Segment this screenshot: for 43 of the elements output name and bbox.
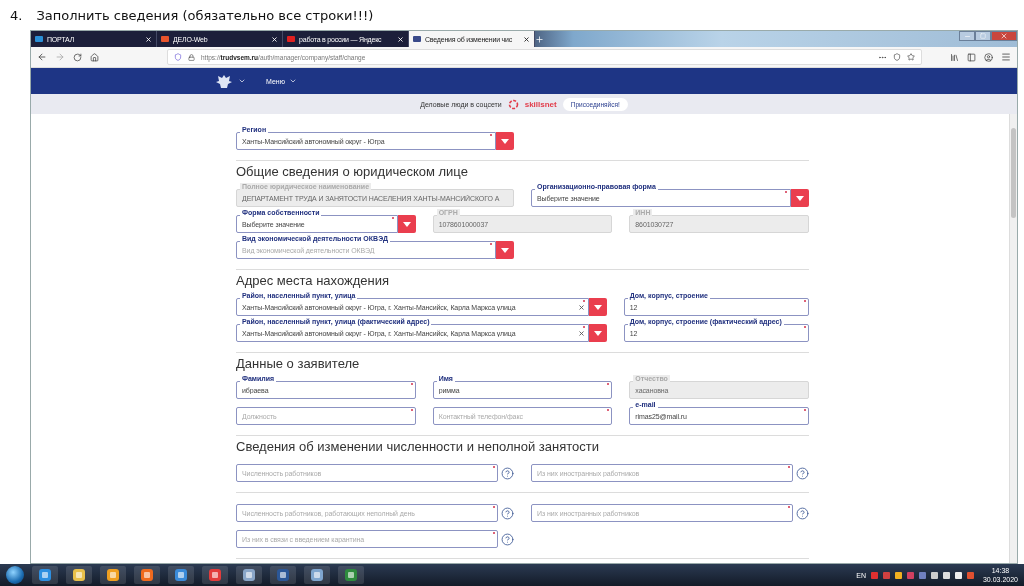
section-title: Адрес места нахождения	[236, 273, 390, 288]
caret-icon[interactable]	[593, 304, 602, 310]
help-icon[interactable]	[501, 532, 514, 546]
scrollbar[interactable]	[1009, 114, 1017, 563]
close-icon[interactable]	[523, 35, 530, 43]
dropdown-button[interactable]	[791, 189, 809, 207]
dropdown-button[interactable]	[496, 132, 514, 150]
sidebar-icon[interactable]	[967, 52, 976, 62]
caret-icon[interactable]	[501, 247, 509, 253]
step-number: 4.	[10, 7, 23, 23]
minimize-icon[interactable]	[959, 31, 975, 41]
instruction-text: Заполнить сведения (обязательно все строки!!!)	[36, 7, 374, 23]
logo-icon	[507, 98, 519, 110]
menu-icon[interactable]	[1001, 52, 1011, 62]
section-title: Сведения об изменении численности и неполной занятости	[236, 439, 600, 454]
caret-icon[interactable]	[402, 221, 411, 227]
maximize-icon[interactable]	[975, 31, 991, 41]
caret-icon[interactable]	[593, 330, 602, 336]
clear-icon[interactable]	[577, 304, 585, 311]
shield-icon	[174, 53, 182, 61]
help-icon[interactable]	[796, 466, 809, 480]
section-title: Данные о заявителе	[236, 356, 361, 371]
app-icon[interactable]	[202, 566, 228, 584]
caret-icon[interactable]	[501, 138, 509, 144]
chevron-icon[interactable]	[288, 77, 297, 85]
logo-text: skillsnet	[524, 99, 557, 109]
library-icon[interactable]	[950, 52, 959, 62]
emblem-icon[interactable]	[216, 74, 232, 88]
back-icon[interactable]	[37, 52, 47, 62]
section-title: Общие сведения о юридическом лице	[236, 164, 469, 179]
help-icon[interactable]	[501, 506, 514, 520]
chevron-icon[interactable]	[238, 77, 246, 85]
help-icon[interactable]	[501, 466, 514, 480]
clear-icon[interactable]	[577, 330, 585, 337]
dropdown-button[interactable]	[496, 241, 514, 259]
account-icon[interactable]	[984, 52, 993, 62]
lock-icon	[188, 53, 195, 61]
star-icon[interactable]	[907, 53, 915, 61]
help-icon[interactable]	[796, 506, 809, 520]
reload-icon[interactable]	[73, 52, 82, 62]
home-icon[interactable]	[90, 52, 99, 62]
caret-icon[interactable]	[796, 195, 804, 201]
start-button[interactable]	[6, 566, 24, 584]
